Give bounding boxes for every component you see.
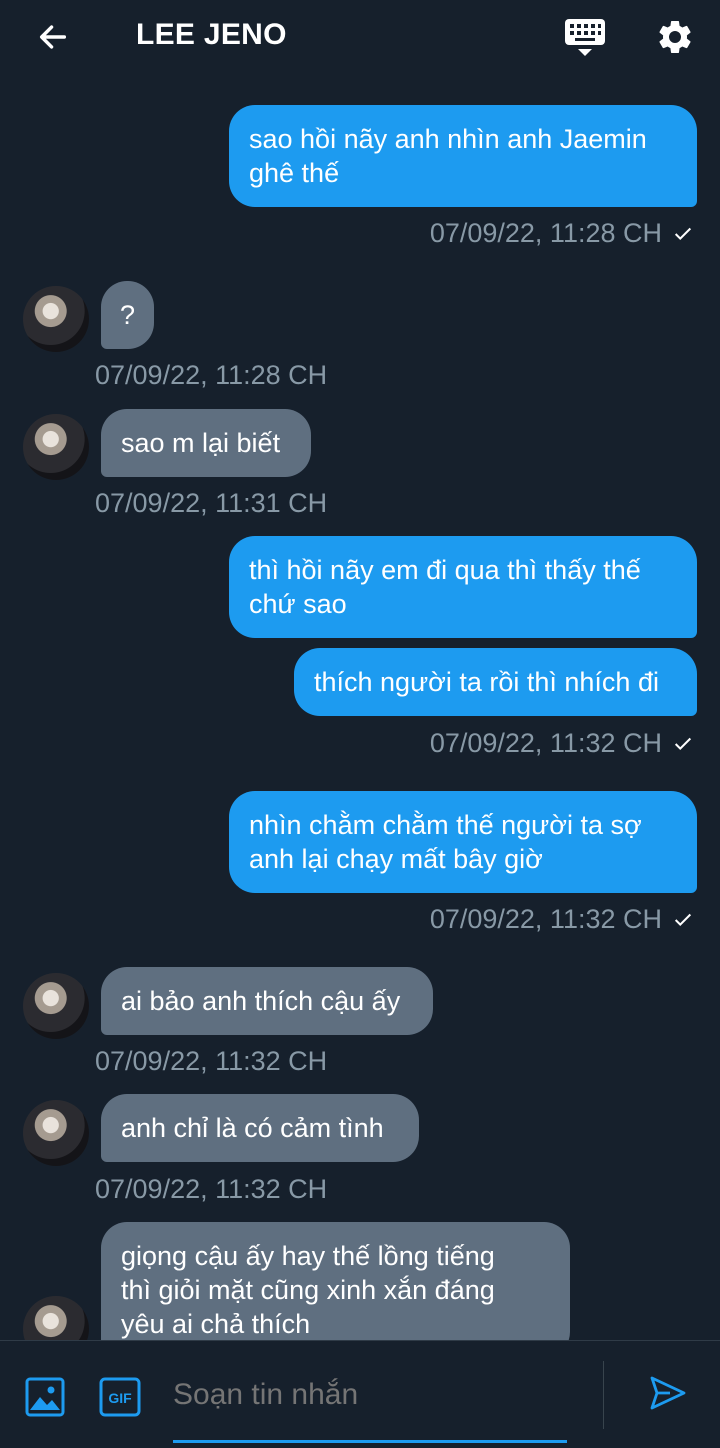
message-bubble-outgoing[interactable]: thích người ta rồi thì nhích đi: [294, 648, 697, 716]
chat-header: LEE JENO: [0, 0, 720, 76]
image-icon[interactable]: [25, 1377, 65, 1417]
avatar[interactable]: [23, 1100, 89, 1166]
keyboard-icon[interactable]: [564, 18, 606, 58]
gear-icon[interactable]: [655, 17, 695, 57]
message-timestamp: 07/09/22, 11:31 CH: [95, 488, 328, 518]
input-underline: [173, 1440, 567, 1443]
contact-name: LEE JENO: [136, 18, 287, 51]
message-bubble-outgoing[interactable]: nhìn chằm chằm thế người ta sợ anh lại c…: [229, 791, 697, 893]
svg-text:GIF: GIF: [108, 1390, 132, 1406]
composer-bar: GIF: [0, 1340, 720, 1448]
check-icon: [674, 737, 692, 751]
avatar[interactable]: [23, 414, 89, 480]
message-timestamp: 07/09/22, 11:32 CH: [95, 1046, 328, 1076]
send-icon[interactable]: [648, 1373, 688, 1413]
message-bubble-incoming[interactable]: anh chỉ là có cảm tình: [101, 1094, 419, 1162]
avatar[interactable]: [23, 1296, 89, 1340]
message-input[interactable]: [173, 1371, 567, 1419]
message-list[interactable]: sao hồi nãy anh nhìn anh Jaemin ghê thế …: [0, 76, 720, 1340]
gif-icon[interactable]: GIF: [99, 1377, 141, 1417]
message-timestamp: 07/09/22, 11:28 CH: [429, 218, 662, 248]
message-bubble-outgoing[interactable]: sao hồi nãy anh nhìn anh Jaemin ghê thế: [229, 105, 697, 207]
arrow-left-icon[interactable]: [36, 20, 70, 54]
message-bubble-incoming[interactable]: ?: [101, 281, 154, 349]
message-bubble-incoming[interactable]: ai bảo anh thích cậu ấy: [101, 967, 433, 1035]
message-timestamp: 07/09/22, 11:32 CH: [95, 1174, 328, 1204]
message-bubble-outgoing[interactable]: thì hồi nãy em đi qua thì thấy thế chứ s…: [229, 536, 697, 638]
check-icon: [674, 913, 692, 927]
message-timestamp: 07/09/22, 11:28 CH: [95, 360, 328, 390]
message-bubble-incoming[interactable]: sao m lại biết: [101, 409, 311, 477]
avatar[interactable]: [23, 286, 89, 352]
avatar[interactable]: [23, 973, 89, 1039]
check-icon: [674, 227, 692, 241]
message-timestamp: 07/09/22, 11:32 CH: [429, 728, 662, 758]
message-timestamp: 07/09/22, 11:32 CH: [429, 904, 662, 934]
composer-divider: [603, 1361, 604, 1429]
message-bubble-incoming[interactable]: giọng cậu ấy hay thế lồng tiếng thì giỏi…: [101, 1222, 570, 1340]
